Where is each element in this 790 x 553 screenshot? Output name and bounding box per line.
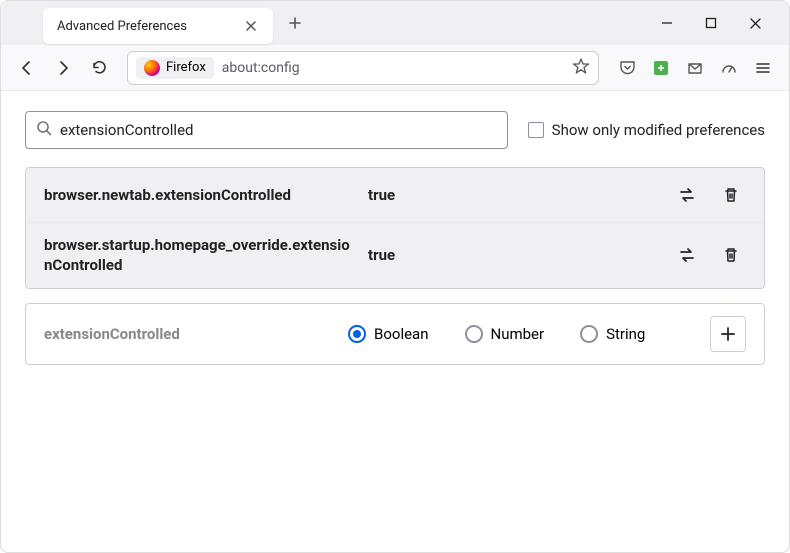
reload-button[interactable] xyxy=(83,52,115,84)
back-button[interactable] xyxy=(11,52,43,84)
close-window-button[interactable] xyxy=(745,13,765,33)
url-bar[interactable]: Firefox about:config xyxy=(127,51,599,85)
dashboard-icon[interactable] xyxy=(719,58,739,78)
type-radio-group: Boolean Number String xyxy=(348,325,696,343)
show-modified-checkbox[interactable]: Show only modified preferences xyxy=(528,121,765,139)
preference-row: browser.newtab.extensionControlled true xyxy=(26,168,764,223)
type-radio-boolean[interactable]: Boolean xyxy=(348,325,429,343)
navigation-toolbar: Firefox about:config xyxy=(1,45,789,91)
add-preference-button[interactable] xyxy=(710,316,746,352)
identity-box[interactable]: Firefox xyxy=(136,57,214,79)
new-tab-button[interactable] xyxy=(281,9,309,37)
preference-name: browser.newtab.extensionControlled xyxy=(44,185,354,205)
type-radio-string[interactable]: String xyxy=(580,325,645,343)
url-text: about:config xyxy=(222,60,564,76)
preference-value: true xyxy=(368,246,658,264)
preferences-table: browser.newtab.extensionControlled true … xyxy=(25,167,765,289)
forward-button[interactable] xyxy=(47,52,79,84)
toggle-button[interactable] xyxy=(672,180,702,210)
menu-button[interactable] xyxy=(753,58,773,78)
pocket-icon[interactable] xyxy=(617,58,637,78)
search-box[interactable] xyxy=(25,111,508,149)
minimize-button[interactable] xyxy=(657,13,677,33)
browser-tab[interactable]: Advanced Preferences xyxy=(43,8,273,44)
maximize-button[interactable] xyxy=(701,13,721,33)
toggle-button[interactable] xyxy=(672,240,702,270)
firefox-logo-icon xyxy=(144,60,160,76)
toolbar-icons xyxy=(611,58,779,78)
delete-button[interactable] xyxy=(716,240,746,270)
delete-button[interactable] xyxy=(716,180,746,210)
window-controls xyxy=(657,13,789,33)
search-row: Show only modified preferences xyxy=(25,111,765,149)
radio-icon xyxy=(348,325,366,343)
about-config-content: Show only modified preferences browser.n… xyxy=(1,91,789,385)
tab-title: Advanced Preferences xyxy=(57,19,243,34)
bookmark-star-icon[interactable] xyxy=(572,57,590,79)
preference-row: browser.startup.homepage_override.extens… xyxy=(26,223,764,288)
identity-label: Firefox xyxy=(166,60,206,75)
extension-icon[interactable] xyxy=(651,58,671,78)
close-tab-icon[interactable] xyxy=(243,18,259,34)
radio-icon xyxy=(465,325,483,343)
new-preference-row: extensionControlled Boolean Number Strin… xyxy=(25,303,765,365)
checkbox-icon xyxy=(528,122,544,138)
preference-name: browser.startup.homepage_override.extens… xyxy=(44,235,354,276)
type-radio-number[interactable]: Number xyxy=(465,325,545,343)
search-icon xyxy=(36,120,52,140)
preference-value: true xyxy=(368,186,658,204)
search-input[interactable] xyxy=(60,121,497,139)
titlebar: Advanced Preferences xyxy=(1,1,789,45)
inbox-icon[interactable] xyxy=(685,58,705,78)
new-preference-name: extensionControlled xyxy=(44,325,334,343)
radio-icon xyxy=(580,325,598,343)
checkbox-label: Show only modified preferences xyxy=(552,121,765,139)
